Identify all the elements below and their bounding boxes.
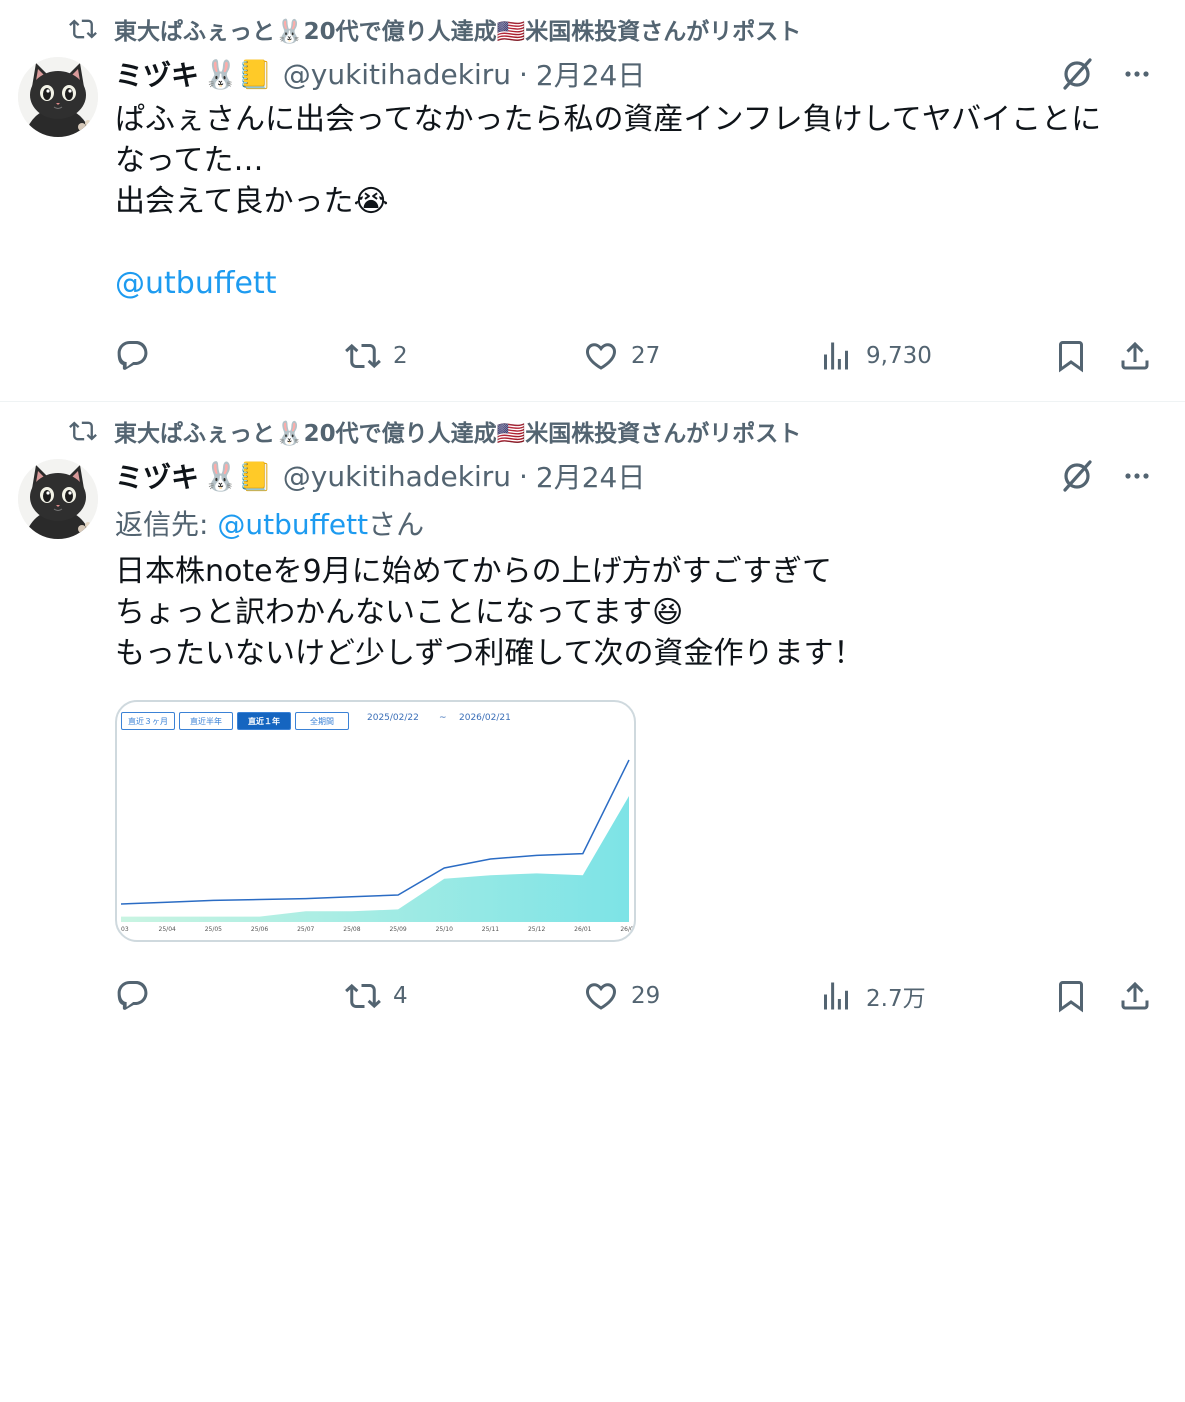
- mention-link[interactable]: @utbuffett: [217, 508, 368, 541]
- chart-x-tick: 25/04: [159, 926, 176, 933]
- share-button[interactable]: [1117, 976, 1165, 1016]
- tweet-text-line: 日本株noteを9月に始めてからの上げ方がすごすぎて: [115, 554, 832, 589]
- like-button[interactable]: 29: [583, 976, 660, 1016]
- mention-link[interactable]: @utbuffett: [115, 266, 276, 301]
- analytics-icon: [824, 982, 848, 1010]
- reply-prefix: 返信先:: [115, 508, 218, 541]
- grok-icon[interactable]: [1057, 54, 1097, 94]
- author-handle[interactable]: @yukitihadekiru: [283, 58, 511, 91]
- repost-button[interactable]: 2: [345, 336, 408, 376]
- tweet-text: 日本株noteを9月に始めてからの上げ方がすごすぎて ちょっと訳わかんないことに…: [115, 551, 1155, 674]
- like-button[interactable]: 27: [583, 336, 660, 376]
- like-count: 29: [631, 983, 661, 1009]
- avatar[interactable]: [18, 57, 98, 137]
- heart-icon: [585, 343, 617, 370]
- tweet-text-line: なってた…: [115, 143, 264, 178]
- view-count: 9,730: [866, 343, 932, 369]
- author-handle[interactable]: @yukitihadekiru: [283, 460, 511, 493]
- tweet-text-line: [115, 222, 1155, 263]
- black-cat-avatar-icon: [18, 57, 98, 137]
- black-cat-avatar-icon: [18, 459, 98, 539]
- separator-dot: ·: [518, 57, 528, 91]
- chart-x-tick: 03: [121, 926, 129, 933]
- avatar[interactable]: [18, 459, 98, 539]
- repost-indicator[interactable]: 東大ぱふぇっと🐰20代で億り人達成🇺🇸米国株投資さんがリポスト: [68, 12, 801, 46]
- tweet-header: ミヅキ 🐰📒 @yukitihadekiru · 2月24日: [115, 457, 1155, 495]
- tweet-text: ぱふぇさんに出会ってなかったら私の資産インフレ負けしてヤバイことに なってた… …: [115, 99, 1155, 304]
- views-button[interactable]: 2.7万: [818, 976, 926, 1016]
- repost-count: 2: [393, 343, 408, 369]
- separator-dot: ·: [518, 459, 528, 493]
- tweet-text-line: ぱふぇさんに出会ってなかったら私の資産インフレ負けしてヤバイことに: [115, 102, 1102, 137]
- chart-x-tick: 26/02: [620, 926, 634, 933]
- chart-x-tick: 26/01: [574, 926, 591, 933]
- tweet[interactable]: 東大ぱふぇっと🐰20代で億り人達成🇺🇸米国株投資さんがリポスト ミヅキ �: [0, 0, 1185, 402]
- tweet-text-line: 出会えて良かった😭: [115, 184, 389, 219]
- repost-icon: [69, 19, 97, 39]
- tweet-image[interactable]: 直近３ヶ月 直近半年 直近１年 全期間 2025/02/22 ~ 2026/02…: [115, 700, 636, 942]
- repost-icon: [69, 421, 97, 441]
- reply-icon: [117, 341, 148, 370]
- share-icon: [1121, 981, 1149, 1010]
- tweet[interactable]: 東大ぱふぇっと🐰20代で億り人達成🇺🇸米国株投資さんがリポスト ミヅキ �: [0, 402, 1185, 1030]
- author-name-emojis: 🐰📒: [203, 459, 273, 493]
- chart-x-tick: 25/11: [482, 926, 499, 933]
- bookmark-icon: [1059, 341, 1083, 373]
- chart-x-tick: 25/12: [528, 926, 545, 933]
- repost-label: 東大ぱふぇっと🐰20代で億り人達成🇺🇸米国株投資さんがリポスト: [114, 421, 802, 447]
- repost-label: 東大ぱふぇっと🐰20代で億り人達成🇺🇸米国株投資さんがリポスト: [114, 19, 802, 45]
- reply-button[interactable]: [115, 336, 163, 376]
- reply-suffix: さん: [368, 508, 425, 541]
- views-button[interactable]: 9,730: [818, 336, 932, 376]
- share-button[interactable]: [1117, 336, 1165, 376]
- more-icon[interactable]: [1119, 56, 1155, 92]
- share-icon: [1121, 341, 1149, 370]
- analytics-icon: [824, 342, 848, 370]
- heart-icon: [585, 983, 617, 1010]
- repost-count: 4: [393, 983, 408, 1009]
- repost-indicator[interactable]: 東大ぱふぇっと🐰20代で億り人達成🇺🇸米国株投資さんがリポスト: [68, 414, 801, 448]
- reply-button[interactable]: [115, 976, 163, 1016]
- repost-icon: [345, 343, 381, 369]
- bookmark-icon: [1059, 981, 1083, 1013]
- like-count: 27: [631, 343, 661, 369]
- repost-button[interactable]: 4: [345, 976, 408, 1016]
- chart-area-series: [121, 796, 629, 922]
- chart-x-tick: 25/09: [389, 926, 406, 933]
- view-count: 2.7万: [866, 986, 926, 1012]
- tweet-actions: 4 29 2.7万: [115, 976, 1155, 1016]
- chart-x-tick: 25/05: [205, 926, 222, 933]
- chart-x-tick: 25/10: [436, 926, 453, 933]
- author-name[interactable]: ミヅキ: [115, 456, 199, 496]
- repost-icon: [345, 983, 381, 1009]
- chart-x-tick: 25/06: [251, 926, 268, 933]
- chart-x-tick: 25/07: [297, 926, 314, 933]
- more-icon[interactable]: [1119, 458, 1155, 494]
- reply-icon: [117, 981, 148, 1010]
- tweet-actions: 2 27 9,730: [115, 336, 1155, 376]
- tweet-text-line: もったいないけど少しずつ利確して次の資金作ります！: [115, 636, 864, 671]
- tweet-actions: [115, 1362, 1155, 1402]
- author-name[interactable]: ミヅキ: [115, 54, 199, 94]
- tweet-date[interactable]: 2月24日: [536, 456, 645, 496]
- chart-x-tick: 25/08: [343, 926, 360, 933]
- asset-chart: 03 25/04 25/05 25/06 25/07 25/08 25/09 25/10 25/…: [120, 759, 634, 933]
- tweet-text-line: ちょっと訳わかんないことになってます😆: [115, 595, 684, 630]
- tweet-header: ミヅキ 🐰📒 @yukitihadekiru · 2月24日: [115, 55, 1155, 93]
- reply-context: 返信先: @utbuffettさん: [115, 503, 1155, 541]
- bookmark-button[interactable]: [1053, 336, 1101, 376]
- author-name-emojis: 🐰📒: [203, 57, 273, 91]
- bookmark-button[interactable]: [1053, 976, 1101, 1016]
- grok-icon[interactable]: [1057, 456, 1097, 496]
- tweet-date[interactable]: 2月24日: [536, 54, 645, 94]
